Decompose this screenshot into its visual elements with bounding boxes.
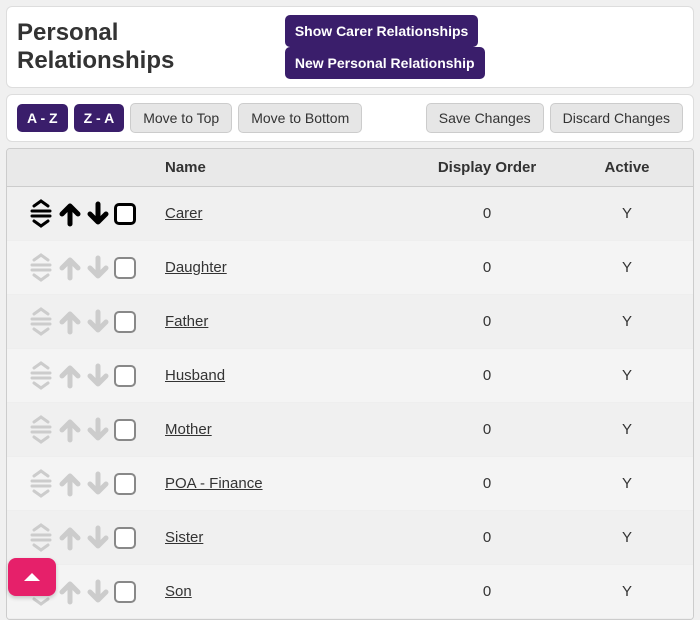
display-order-value: 0 [412,529,562,546]
relationship-name-link[interactable]: Son [165,583,192,600]
display-order-value: 0 [412,421,562,438]
display-order-value: 0 [412,205,562,222]
column-header-name: Name [157,159,412,176]
table-row: Carer 0Y [7,187,693,241]
arrow-up-icon[interactable] [58,470,82,498]
sort-handle-icon[interactable] [28,523,54,553]
sort-handle-icon[interactable] [28,199,54,229]
page-title: Personal Relationships [17,19,279,75]
arrow-up-icon[interactable] [58,200,82,228]
row-checkbox[interactable] [114,419,136,441]
arrow-down-icon[interactable] [86,362,110,390]
arrow-down-icon[interactable] [86,254,110,282]
sort-handle-icon[interactable] [28,253,54,283]
display-order-value: 0 [412,367,562,384]
relationship-name-link[interactable]: Sister [165,529,203,546]
active-value: Y [562,421,692,438]
table-header: Name Display Order Active [7,149,693,187]
arrow-up-icon[interactable] [58,254,82,282]
active-value: Y [562,583,692,600]
relationships-table: Name Display Order Active Carer0YDaughte… [6,148,694,620]
relationship-name-link[interactable]: Husband [165,367,225,384]
sort-handle-icon[interactable] [28,415,54,445]
arrow-up-icon[interactable] [58,308,82,336]
chevron-up-icon [22,569,42,585]
row-checkbox[interactable] [114,527,136,549]
discard-changes-button[interactable]: Discard Changes [550,103,683,133]
table-row: POA - Finance 0Y [7,457,693,511]
arrow-up-icon[interactable] [58,578,82,606]
active-value: Y [562,529,692,546]
sort-az-button[interactable]: A - Z [17,104,68,132]
arrow-down-icon[interactable] [86,416,110,444]
header-actions: Show Carer Relationships New Personal Re… [279,15,683,79]
arrow-down-icon[interactable] [86,200,110,228]
sort-handle-icon[interactable] [28,307,54,337]
display-order-value: 0 [412,583,562,600]
move-bottom-button[interactable]: Move to Bottom [238,103,362,133]
scroll-to-top-fab[interactable] [8,558,56,596]
sort-za-button[interactable]: Z - A [74,104,125,132]
table-row: Daughter 0Y [7,241,693,295]
table-row: Husband 0Y [7,349,693,403]
show-carer-relationships-button[interactable]: Show Carer Relationships [285,15,478,47]
toolbar-panel: A - Z Z - A Move to Top Move to Bottom S… [6,94,694,142]
arrow-down-icon[interactable] [86,308,110,336]
active-value: Y [562,313,692,330]
sort-handle-icon[interactable] [28,361,54,391]
relationship-name-link[interactable]: Daughter [165,259,227,276]
new-personal-relationship-button[interactable]: New Personal Relationship [285,47,485,79]
relationship-name-link[interactable]: Carer [165,205,203,222]
display-order-value: 0 [412,259,562,276]
column-header-active: Active [562,159,692,176]
active-value: Y [562,259,692,276]
row-checkbox[interactable] [114,203,136,225]
arrow-down-icon[interactable] [86,470,110,498]
table-row: Sister 0Y [7,511,693,565]
display-order-value: 0 [412,475,562,492]
relationship-name-link[interactable]: Father [165,313,208,330]
active-value: Y [562,205,692,222]
save-changes-button[interactable]: Save Changes [426,103,544,133]
column-header-order: Display Order [412,159,562,176]
arrow-up-icon[interactable] [58,362,82,390]
active-value: Y [562,367,692,384]
row-checkbox[interactable] [114,257,136,279]
row-checkbox[interactable] [114,473,136,495]
header-panel: Personal Relationships Show Carer Relati… [6,6,694,88]
row-checkbox[interactable] [114,311,136,333]
active-value: Y [562,475,692,492]
display-order-value: 0 [412,313,562,330]
table-row: Son 0Y [7,565,693,619]
arrow-up-icon[interactable] [58,416,82,444]
relationship-name-link[interactable]: POA - Finance [165,475,263,492]
move-top-button[interactable]: Move to Top [130,103,232,133]
arrow-up-icon[interactable] [58,524,82,552]
row-checkbox[interactable] [114,365,136,387]
arrow-down-icon[interactable] [86,524,110,552]
sort-handle-icon[interactable] [28,469,54,499]
row-checkbox[interactable] [114,581,136,603]
table-row: Father 0Y [7,295,693,349]
table-row: Mother 0Y [7,403,693,457]
arrow-down-icon[interactable] [86,578,110,606]
relationship-name-link[interactable]: Mother [165,421,212,438]
